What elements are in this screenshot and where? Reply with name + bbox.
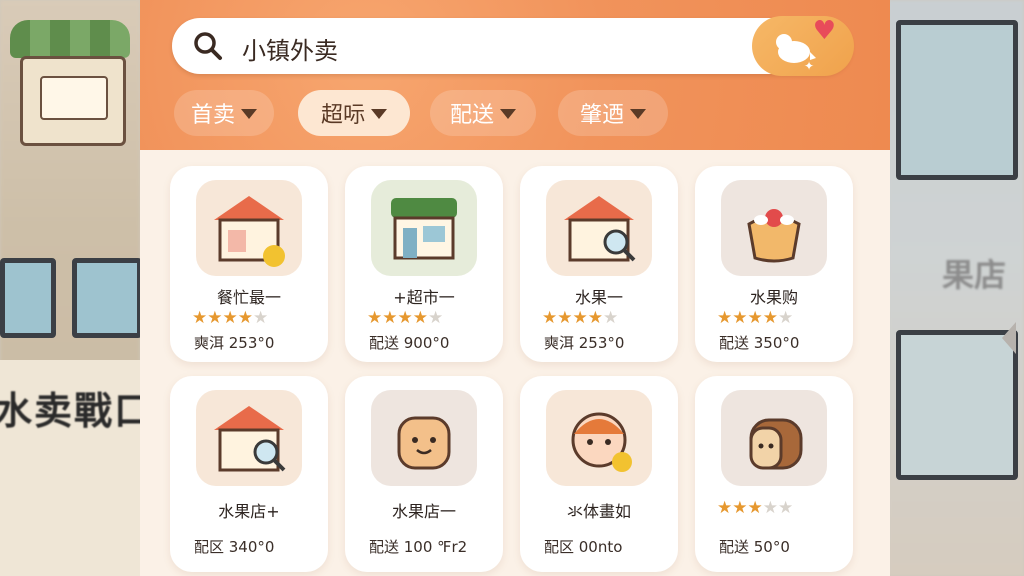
shop-name: 水果购 [749, 288, 798, 307]
filter-chip[interactable]: 肇迺 [558, 90, 668, 136]
rating-stars: ★★★★★ [367, 308, 444, 328]
shop-card[interactable]: 水果店一 配送 100 ℉r2 [345, 376, 503, 572]
delivery-fee: 配区 340°0 [194, 538, 275, 556]
rating-stars: ★★★★★ [192, 308, 269, 328]
shop-card[interactable]: 水果店+ 配区 340°0 [170, 376, 328, 572]
filter-chip[interactable]: 首卖 [174, 90, 274, 136]
shop-sign-text: 果店 [941, 256, 1006, 294]
shop-card[interactable]: +超市一 ★★★★★ 配送 900°0 [345, 166, 503, 362]
filter-label: 首卖 [190, 103, 235, 128]
window [896, 330, 1018, 480]
heart-icon: ♥ [812, 16, 836, 46]
rating-stars: ★★★★★ [542, 308, 619, 328]
chevron-down-icon [371, 109, 387, 119]
shop-card[interactable]: 水果一 ★★★★★ 奭洱 253°0 [520, 166, 678, 362]
shop-name: 氺体畫如 [566, 502, 631, 521]
bread-loaf-icon [721, 390, 827, 486]
filter-label: 肇迺 [579, 103, 624, 128]
delivery-app-panel: 小镇外卖 ✦ ♥ 首卖 超呩 配送 肇迺 餐忙最一 ★★★★★ 奭洱 253°0… [140, 0, 1016, 576]
search-bar[interactable]: 小镇外卖 ✦ ♥ [172, 16, 854, 76]
shop-search-icon [196, 180, 302, 276]
mascot-button[interactable]: ✦ ♥ [752, 16, 854, 76]
search-input[interactable]: 小镇外卖 [242, 31, 338, 66]
window [72, 258, 142, 338]
delivery-fee: 配送 900°0 [369, 334, 450, 352]
window [0, 258, 56, 338]
shop-search-icon [546, 180, 652, 276]
delivery-fee: 配送 100 ℉r2 [369, 538, 468, 556]
kid-face-icon [546, 390, 652, 486]
chevron-down-icon [500, 109, 516, 119]
filter-chip-selected[interactable]: 超呩 [298, 90, 410, 136]
chevron-left-icon[interactable] [1002, 322, 1016, 354]
shop-card[interactable]: 水果购 ★★★★★ 配送 350°0 [695, 166, 853, 362]
awning [10, 20, 130, 58]
delivery-fee: 奭洱 253°0 [544, 334, 625, 352]
shop-name: +超市一 [393, 288, 455, 307]
rating-stars: ★★★★★ [717, 308, 794, 328]
delivery-fee: 配送 50°0 [719, 538, 790, 556]
shop-card[interactable]: ★★★★★ 配送 50°0 [695, 376, 853, 572]
shop-name: 水果店一 [391, 502, 456, 521]
search-icon[interactable] [192, 30, 224, 62]
chevron-down-icon [630, 109, 646, 119]
shop-sign [40, 76, 108, 120]
shop-name: 餐忙最一 [216, 288, 281, 307]
shop-card[interactable]: 氺体畫如 配区 00nto [520, 376, 678, 572]
shop-search-icon [196, 390, 302, 486]
svg-text:✦: ✦ [804, 59, 814, 73]
mascot-icon: ✦ [776, 34, 816, 73]
filter-label: 配送 [449, 103, 494, 128]
filter-chip[interactable]: 配送 [430, 90, 536, 136]
shop-building-icon [10, 20, 130, 146]
shop-name: 水果店+ [218, 502, 280, 521]
poster-title: 水卖戰口 [0, 389, 155, 433]
header: 小镇外卖 ✦ ♥ 首卖 超呩 配送 肇迺 [140, 0, 890, 150]
delivery-fee: 配送 350°0 [719, 334, 800, 352]
bread-face-icon [371, 390, 477, 486]
delivery-fee: 配区 00nto [544, 538, 623, 556]
shop-name: 水果一 [574, 288, 623, 307]
store-icon [371, 180, 477, 276]
rating-stars: ★★★★★ [717, 498, 794, 518]
cake-icon [721, 180, 827, 276]
delivery-fee: 奭洱 253°0 [194, 334, 275, 352]
window [896, 20, 1018, 180]
shop-card[interactable]: 餐忙最一 ★★★★★ 奭洱 253°0 [170, 166, 328, 362]
chevron-down-icon [241, 109, 257, 119]
filter-label: 超呩 [320, 103, 365, 128]
